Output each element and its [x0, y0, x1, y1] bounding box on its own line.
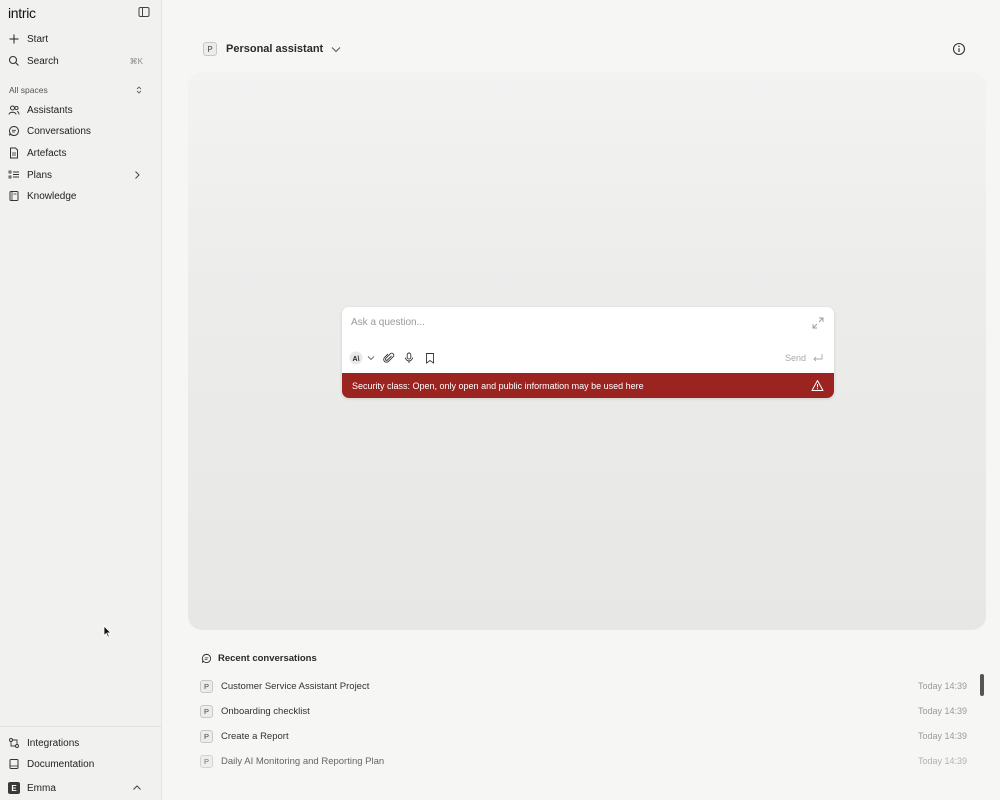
- spaces-label: All spaces: [9, 85, 48, 95]
- list-item[interactable]: P Create a Report Today 14:39: [200, 727, 970, 745]
- send-button[interactable]: Send: [785, 352, 824, 364]
- sidebar-item-label: Conversations: [27, 125, 91, 137]
- sidebar-toggle-icon[interactable]: [138, 6, 150, 18]
- user-name: Emma: [27, 782, 56, 794]
- sidebar-item-integrations[interactable]: Integrations: [0, 733, 161, 753]
- search-label: Search: [27, 55, 59, 67]
- sidebar-item-plans[interactable]: Plans: [0, 165, 161, 185]
- microphone-icon[interactable]: [403, 352, 415, 364]
- conversation-title: Daily AI Monitoring and Reporting Plan: [221, 755, 385, 767]
- conversation-time: Today 14:39: [917, 706, 967, 716]
- security-text: Security class: Open, only open and publ…: [352, 380, 644, 391]
- expand-icon[interactable]: [812, 317, 824, 329]
- chevron-up-down-icon[interactable]: [134, 85, 144, 95]
- bookmark-icon[interactable]: [424, 352, 436, 364]
- assistant-name: Personal assistant: [226, 43, 324, 55]
- conversation-badge: P: [200, 754, 213, 768]
- chevron-down-icon: [330, 43, 342, 55]
- integrations-icon: [8, 737, 20, 749]
- sidebar-item-label: Plans: [27, 169, 53, 181]
- start-button[interactable]: Start: [0, 29, 161, 49]
- chevron-down-icon: [366, 353, 376, 363]
- sidebar-item-label: Assistants: [27, 104, 73, 116]
- users-icon: [8, 104, 20, 116]
- sidebar-item-documentation[interactable]: Documentation: [0, 754, 161, 774]
- conversation-time: Today 14:39: [917, 731, 967, 741]
- assistant-selector[interactable]: P Personal assistant: [203, 40, 342, 58]
- plus-icon: [8, 33, 20, 45]
- scrollbar[interactable]: [980, 674, 984, 696]
- sidebar: intric Start Search ⌘K All spaces Assist…: [0, 0, 162, 800]
- conversation-badge: P: [200, 704, 213, 718]
- conversation-badge: P: [200, 729, 213, 743]
- sidebar-item-assistants[interactable]: Assistants: [0, 100, 161, 120]
- list-icon: [8, 169, 20, 181]
- list-item[interactable]: P Onboarding checklist Today 14:39: [200, 702, 970, 720]
- chevron-right-icon[interactable]: [131, 169, 143, 181]
- book-icon: [8, 190, 20, 202]
- start-label: Start: [27, 33, 49, 45]
- sidebar-item-label: Artefacts: [27, 147, 67, 159]
- app-logo[interactable]: intric: [8, 5, 36, 21]
- assistant-badge: P: [203, 42, 217, 56]
- chat-bubble-icon: [201, 653, 212, 664]
- chat-bubble-icon: [8, 125, 20, 137]
- search-shortcut: ⌘K: [129, 56, 143, 66]
- list-item[interactable]: P Daily AI Monitoring and Reporting Plan…: [200, 752, 970, 770]
- svg-text:A\: A\: [353, 356, 360, 363]
- integrations-label: Integrations: [27, 737, 80, 749]
- sidebar-item-knowledge[interactable]: Knowledge: [0, 186, 161, 206]
- recent-conversations-title: Recent conversations: [218, 653, 317, 664]
- sidebar-item-artefacts[interactable]: Artefacts: [0, 143, 161, 163]
- chevron-up-icon[interactable]: [131, 782, 143, 794]
- list-item[interactable]: P Customer Service Assistant Project Tod…: [200, 677, 970, 695]
- recent-conversations-header: Recent conversations: [201, 653, 317, 664]
- search-icon: [8, 55, 20, 67]
- paperclip-icon[interactable]: [383, 352, 395, 364]
- book-open-icon: [8, 758, 20, 770]
- sidebar-item-label: Knowledge: [27, 190, 77, 202]
- enter-icon: [812, 352, 824, 364]
- conversation-badge: P: [200, 679, 213, 693]
- model-selector[interactable]: A\: [349, 351, 377, 365]
- security-class-banner: Security class: Open, only open and publ…: [342, 373, 834, 398]
- document-icon: [8, 147, 20, 159]
- sidebar-item-conversations[interactable]: Conversations: [0, 121, 161, 141]
- conversation-title: Customer Service Assistant Project: [221, 680, 370, 692]
- chat-composer: A\ Send Security class: Open, only open …: [342, 307, 834, 398]
- info-icon[interactable]: [952, 42, 966, 56]
- conversation-time: Today 14:39: [917, 681, 967, 691]
- user-menu[interactable]: E Emma: [0, 778, 161, 798]
- question-input[interactable]: [351, 315, 791, 329]
- model-icon: A\: [349, 351, 363, 365]
- warning-icon: [811, 379, 824, 392]
- sidebar-divider: [0, 726, 161, 727]
- avatar: E: [8, 782, 20, 794]
- conversation-title: Create a Report: [221, 730, 289, 742]
- send-label: Send: [784, 353, 806, 363]
- search-button[interactable]: Search ⌘K: [0, 51, 161, 71]
- conversation-time: Today 14:39: [917, 756, 967, 766]
- conversation-title: Onboarding checklist: [221, 705, 310, 717]
- documentation-label: Documentation: [27, 758, 95, 770]
- mouse-cursor-icon: [103, 625, 112, 638]
